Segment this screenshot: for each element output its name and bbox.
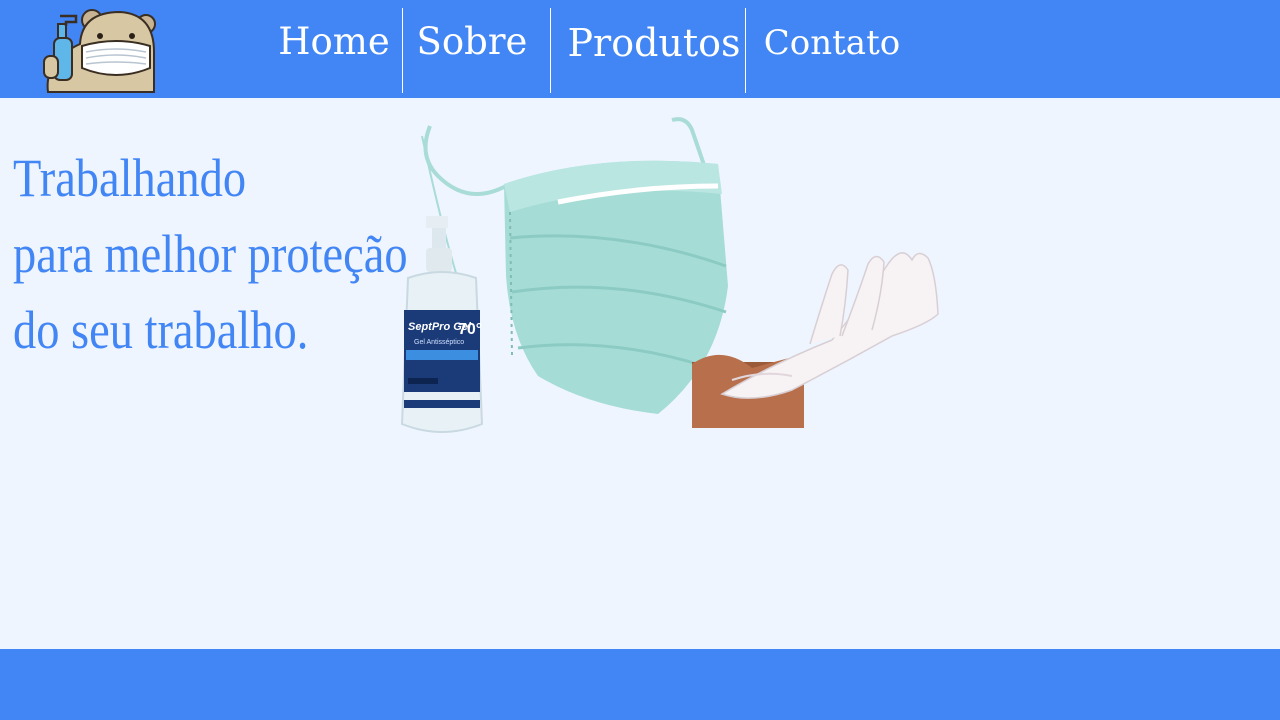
nav-divider <box>402 8 403 93</box>
hand-sanitizer-image: SeptPro Gel 70° Gel Antisséptico <box>400 216 484 433</box>
site-header: Home Sobre Produtos Contato <box>0 0 1280 98</box>
hero-headline-line: Trabalhando <box>13 148 247 208</box>
gel-percent-label: 70° <box>458 321 482 338</box>
nav-sobre-link[interactable]: Sobre <box>412 0 532 90</box>
nav-contato-link[interactable]: Contato <box>762 0 902 92</box>
nav-home-link[interactable]: Home <box>276 0 392 90</box>
nav-divider <box>745 8 746 93</box>
nav-produtos-link[interactable]: Produtos <box>566 0 742 92</box>
hero-headline-line: para melhor proteção <box>13 224 408 284</box>
gel-sub-label: Gel Antisséptico <box>414 339 464 346</box>
hero-headline-line: do seu trabalho. <box>13 300 309 360</box>
site-footer <box>0 649 1280 720</box>
nav-divider <box>550 8 551 93</box>
glove-image <box>692 252 939 428</box>
main-navigation: Home Sobre Produtos Contato <box>0 0 1280 98</box>
hero-headline: Trabalhando para melhor proteção do seu … <box>13 140 408 368</box>
